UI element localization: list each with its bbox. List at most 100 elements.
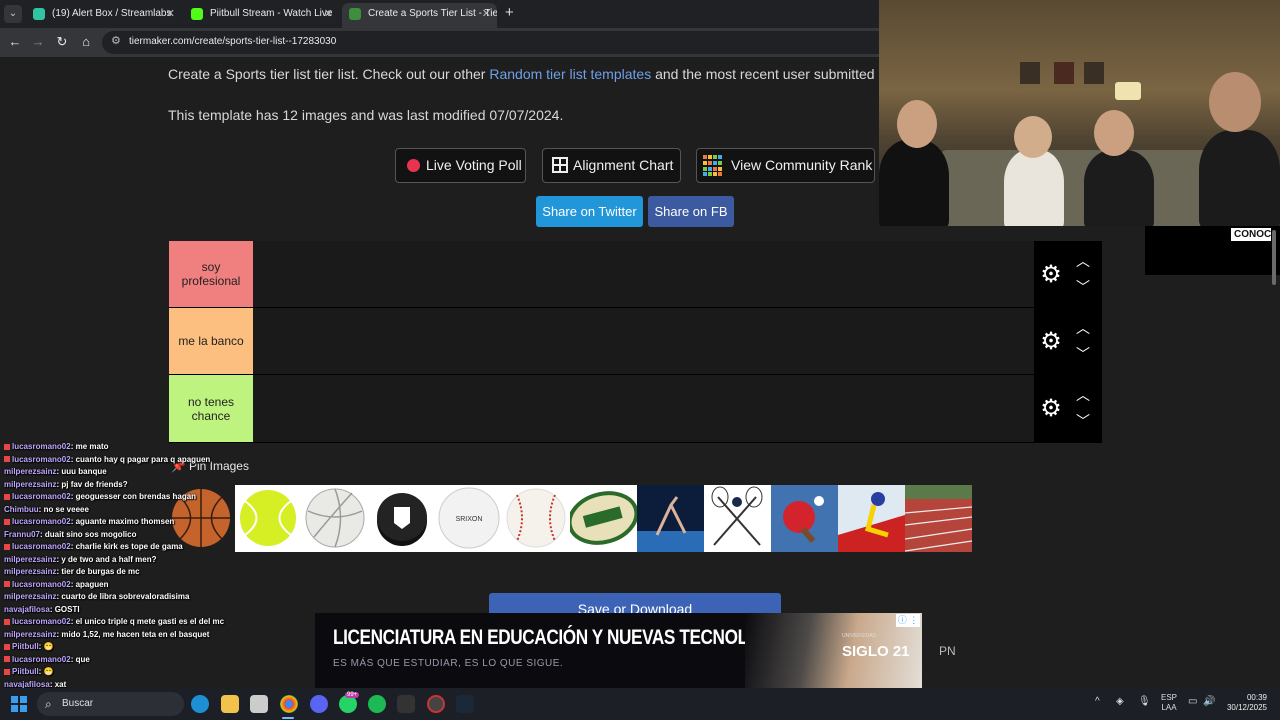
app-icon[interactable] (397, 695, 415, 713)
chat-badge-icon (4, 668, 10, 675)
tier-controls: ⚙ ︿ ﹀ (1034, 308, 1102, 374)
share-twitter-button[interactable]: Share on Twitter (536, 196, 643, 227)
chat-text: no se veeee (43, 504, 89, 514)
page-scrollbar[interactable] (1272, 230, 1276, 285)
search-icon: ⌕ (45, 697, 52, 711)
gymnast-image[interactable] (637, 485, 704, 552)
microphone-icon[interactable]: 🎙 (1138, 696, 1151, 707)
chrome-icon[interactable] (280, 695, 298, 713)
chat-text: el unico triple q mete gasti es el del m… (75, 617, 225, 626)
notification-badge: 99+ (345, 692, 360, 698)
chat-message: lucasromano02: charlie kirk es tope de g… (4, 541, 304, 554)
close-icon[interactable]: ✕ (166, 3, 175, 25)
chat-message: lucasromano02: aguante maximo thomsen (4, 516, 304, 529)
clock-date: 30/12/2025 (1226, 703, 1267, 712)
chat-message: milperezsainz: y de two and a half men? (4, 554, 304, 567)
chat-username: milperezsainz (4, 567, 57, 576)
mosaic-icon (703, 155, 725, 177)
tier-drop-zone[interactable] (253, 308, 1034, 374)
volume-icon[interactable]: 🔊 (1203, 696, 1215, 707)
obs-icon[interactable] (427, 695, 445, 713)
active-app-indicator (282, 717, 294, 719)
tab-tiermaker[interactable]: Create a Sports Tier List - TierM ✕ (342, 3, 497, 28)
reload-icon[interactable]: ↻ (53, 34, 71, 50)
alignment-chart-button[interactable]: Alignment Chart (542, 148, 681, 183)
ping-pong-paddle-image[interactable] (771, 485, 838, 552)
tier-row: me la banco ⚙ ︿ ﹀ (169, 308, 1102, 375)
chevron-down-icon[interactable]: ﹀ (1074, 414, 1092, 428)
file-explorer-icon[interactable] (221, 695, 239, 713)
hockey-puck-image[interactable] (369, 485, 436, 552)
chat-message: lucasromano02: me mato (4, 441, 304, 454)
chevron-up-icon[interactable]: ︿ (1074, 254, 1092, 268)
tier-label[interactable]: soy profesional (169, 241, 253, 307)
lang-code: ESP (1161, 693, 1178, 702)
steam-icon[interactable] (456, 695, 474, 713)
input-language[interactable]: ESP LAA (1161, 693, 1177, 713)
chat-message: Frannu07: duait sino sos mogolico (4, 529, 304, 542)
view-community-rank-button[interactable]: View Community Rank (696, 148, 875, 183)
address-bar[interactable]: ⚙ tiermaker.com/create/sports-tier-list-… (102, 31, 879, 54)
spotify-icon[interactable] (368, 695, 386, 713)
chevron-down-icon[interactable]: ﹀ (1074, 280, 1092, 294)
back-arrow-icon[interactable]: ← (6, 34, 24, 49)
clock-time: 00:39 (1246, 693, 1267, 702)
tier-drop-zone[interactable] (253, 241, 1034, 307)
site-info-icon[interactable]: ⚙ (111, 34, 121, 47)
chat-username: lucasromano02 (12, 579, 71, 589)
tier-controls: ⚙ ︿ ﹀ (1034, 375, 1102, 442)
edge-icon[interactable] (191, 695, 209, 713)
plus-icon[interactable]: + (505, 4, 514, 21)
golf-ball-image[interactable]: SRIXON (436, 485, 503, 552)
share-facebook-button[interactable]: Share on FB (648, 196, 734, 227)
chat-message: milperezsainz: cuarto de libra sobrevalo… (4, 591, 304, 604)
wall-frame (1084, 62, 1104, 84)
windows-start-icon[interactable] (11, 696, 27, 712)
discord-icon[interactable] (310, 695, 328, 713)
lacrosse-sticks-image[interactable] (704, 485, 771, 552)
streamlabs-favicon-icon (33, 8, 45, 20)
chevron-up-icon[interactable]: ︿ (1074, 321, 1092, 335)
chat-username: lucasromano02 (12, 617, 71, 626)
live-voting-poll-button[interactable]: Live Voting Poll (395, 148, 526, 183)
chevron-up-icon[interactable]: ︿ (1074, 388, 1092, 402)
network-icon[interactable]: ◈ (1116, 696, 1124, 707)
system-clock[interactable]: 00:39 30/12/2025 (1222, 693, 1267, 713)
intro-prefix: Create a Sports tier list tier list. Che… (168, 66, 490, 82)
close-icon[interactable]: ✕ (324, 3, 333, 25)
chat-text: 😁 (43, 642, 54, 651)
home-icon[interactable]: ⌂ (77, 34, 95, 49)
person (1199, 130, 1280, 226)
ski-racer-image[interactable] (838, 485, 905, 552)
tier-label[interactable]: me la banco (169, 308, 253, 374)
taskbar-search[interactable]: ⌕ Buscar (37, 692, 184, 716)
close-icon[interactable]: ✕ (482, 3, 491, 25)
url-text[interactable]: tiermaker.com/create/sports-tier-list--1… (129, 36, 336, 47)
tab-piitbull-stream[interactable]: Piitbull Stream - Watch Live ✕ (184, 3, 339, 28)
tab-alert-box[interactable]: (19) Alert Box / Streamlabs ✕ (26, 3, 181, 28)
gear-icon[interactable]: ⚙ (1038, 262, 1064, 288)
gear-icon[interactable]: ⚙ (1038, 396, 1064, 422)
tab-search-chevron-icon[interactable]: ⌄ (4, 5, 22, 23)
chevron-up-icon[interactable]: ^ (1095, 696, 1100, 707)
person (879, 140, 949, 226)
tier-drop-zone[interactable] (253, 375, 1034, 442)
chat-text: duait sino sos mogolico (44, 529, 137, 539)
volleyball-image[interactable] (302, 485, 369, 552)
tier-row: no tenes chance ⚙ ︿ ﹀ (169, 375, 1102, 443)
random-templates-link[interactable]: Random tier list templates (489, 66, 651, 82)
gear-icon[interactable]: ⚙ (1038, 329, 1064, 355)
tier-label[interactable]: no tenes chance (169, 375, 253, 442)
rugby-ball-image[interactable] (570, 485, 637, 552)
chevron-down-icon[interactable]: ﹀ (1074, 347, 1092, 361)
running-track-image[interactable] (905, 485, 972, 552)
ad-info-icon[interactable]: ⓘ ⋮ (896, 614, 920, 627)
monitor-icon[interactable]: ▭ (1188, 696, 1197, 707)
chat-text: GOSTI (54, 604, 80, 614)
forward-arrow-icon[interactable]: → (29, 34, 47, 49)
chat-message: milperezsainz: tier de burgas de mc (4, 566, 304, 579)
chat-text: me mato (75, 442, 109, 451)
baseball-image[interactable] (503, 485, 570, 552)
store-icon[interactable] (250, 695, 268, 713)
ad-banner[interactable]: LICENCIATURA EN EDUCACIÓN Y NUEVAS TECNO… (315, 613, 922, 688)
